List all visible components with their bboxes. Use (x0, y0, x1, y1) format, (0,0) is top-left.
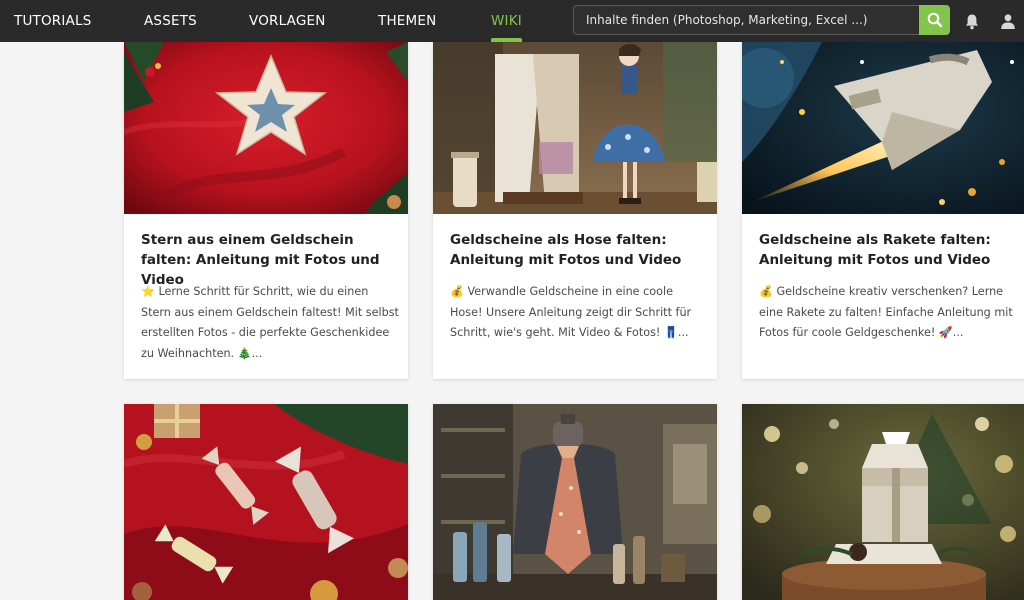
card-image-tie[interactable] (433, 404, 717, 600)
nav-item-vorlagen[interactable]: VORLAGEN (249, 0, 326, 42)
nav-item-tutorials[interactable]: TUTORIALS (14, 0, 92, 42)
nav-item-themen[interactable]: THEMEN (378, 0, 436, 42)
bell-icon (966, 14, 978, 29)
article-card-geschenkbox[interactable] (742, 404, 1024, 600)
search-input[interactable] (573, 5, 919, 35)
article-card-rakete[interactable]: Geldscheine als Rakete falten: Anleitung… (742, 42, 1024, 379)
card-excerpt: ⭐ Lerne Schritt für Schritt, wie du eine… (141, 285, 399, 360)
search-box (573, 5, 950, 35)
card-image-star[interactable] (124, 42, 408, 214)
nav-item-wiki[interactable]: WIKI (491, 0, 522, 42)
card-image-trousers[interactable] (433, 42, 717, 214)
card-image-gift-box[interactable] (742, 404, 1024, 600)
top-navigation-bar: TUTORIALS ASSETS VORLAGEN THEMEN WIKI (0, 0, 1024, 42)
notifications-button[interactable] (960, 9, 984, 33)
card-title[interactable]: Geldscheine als Hose falten: Anleitung m… (450, 230, 705, 270)
account-button[interactable] (996, 9, 1020, 33)
card-image-candies[interactable] (124, 404, 408, 600)
search-button[interactable] (919, 5, 950, 35)
article-card-bonbons[interactable] (124, 404, 408, 600)
card-image-rocket[interactable] (742, 42, 1024, 214)
article-card-hose[interactable]: Geldscheine als Hose falten: Anleitung m… (433, 42, 717, 379)
card-title[interactable]: Geldscheine als Rakete falten: Anleitung… (759, 230, 1014, 270)
card-title[interactable]: Stern aus einem Geldschein falten: Anlei… (141, 230, 396, 290)
nav-item-assets[interactable]: ASSETS (144, 0, 197, 42)
article-card-stern[interactable]: Stern aus einem Geldschein falten: Anlei… (124, 42, 408, 379)
search-icon (927, 12, 942, 28)
card-excerpt: 💰 Verwandle Geldscheine in eine coole Ho… (450, 285, 692, 339)
card-excerpt: 💰 Geldscheine kreativ verschenken? Lerne… (759, 285, 1013, 339)
article-card-krawatte[interactable] (433, 404, 717, 600)
user-icon (1001, 14, 1015, 29)
